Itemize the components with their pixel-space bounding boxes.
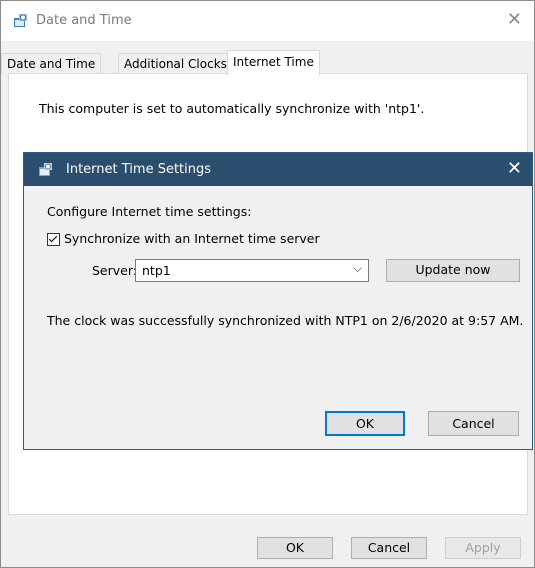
server-label: Server: xyxy=(92,263,137,278)
sync-result-message: The clock was successfully synchronized … xyxy=(47,313,524,328)
sync-checkbox[interactable] xyxy=(47,233,60,246)
tab-bar: Date and Time Additional Clocks Internet… xyxy=(1,41,534,75)
sync-checkbox-label: Synchronize with an Internet time server xyxy=(64,231,320,246)
sync-status-text: This computer is set to automatically sy… xyxy=(39,101,425,116)
chevron-down-icon[interactable]: ⌵ xyxy=(353,261,362,276)
date-time-app-icon xyxy=(14,14,27,27)
close-icon[interactable]: ✕ xyxy=(507,159,522,179)
server-value: ntp1 xyxy=(142,263,171,278)
tab-additional-clocks[interactable]: Additional Clocks xyxy=(118,53,233,74)
tab-internet-time[interactable]: Internet Time xyxy=(227,50,320,75)
internet-time-settings-dialog: Internet Time Settings ✕ Configure Inter… xyxy=(23,152,533,450)
cancel-button[interactable]: Cancel xyxy=(351,537,427,559)
dialog-titlebar: Internet Time Settings ✕ xyxy=(24,153,532,186)
configure-label: Configure Internet time settings: xyxy=(47,204,252,219)
tab-date-and-time[interactable]: Date and Time xyxy=(1,53,102,74)
ok-button[interactable]: OK xyxy=(257,537,333,559)
apply-button[interactable]: Apply xyxy=(445,537,521,559)
update-now-button[interactable]: Update now xyxy=(386,259,520,282)
window-title: Date and Time xyxy=(36,13,132,28)
date-time-app-icon xyxy=(39,163,52,176)
close-icon[interactable]: ✕ xyxy=(507,10,522,30)
dialog-ok-button[interactable]: OK xyxy=(325,411,405,436)
window-titlebar: Date and Time ✕ xyxy=(1,1,534,41)
dialog-cancel-button[interactable]: Cancel xyxy=(428,411,519,436)
server-combobox[interactable]: ntp1 ⌵ xyxy=(135,259,369,282)
dialog-title: Internet Time Settings xyxy=(66,162,212,177)
